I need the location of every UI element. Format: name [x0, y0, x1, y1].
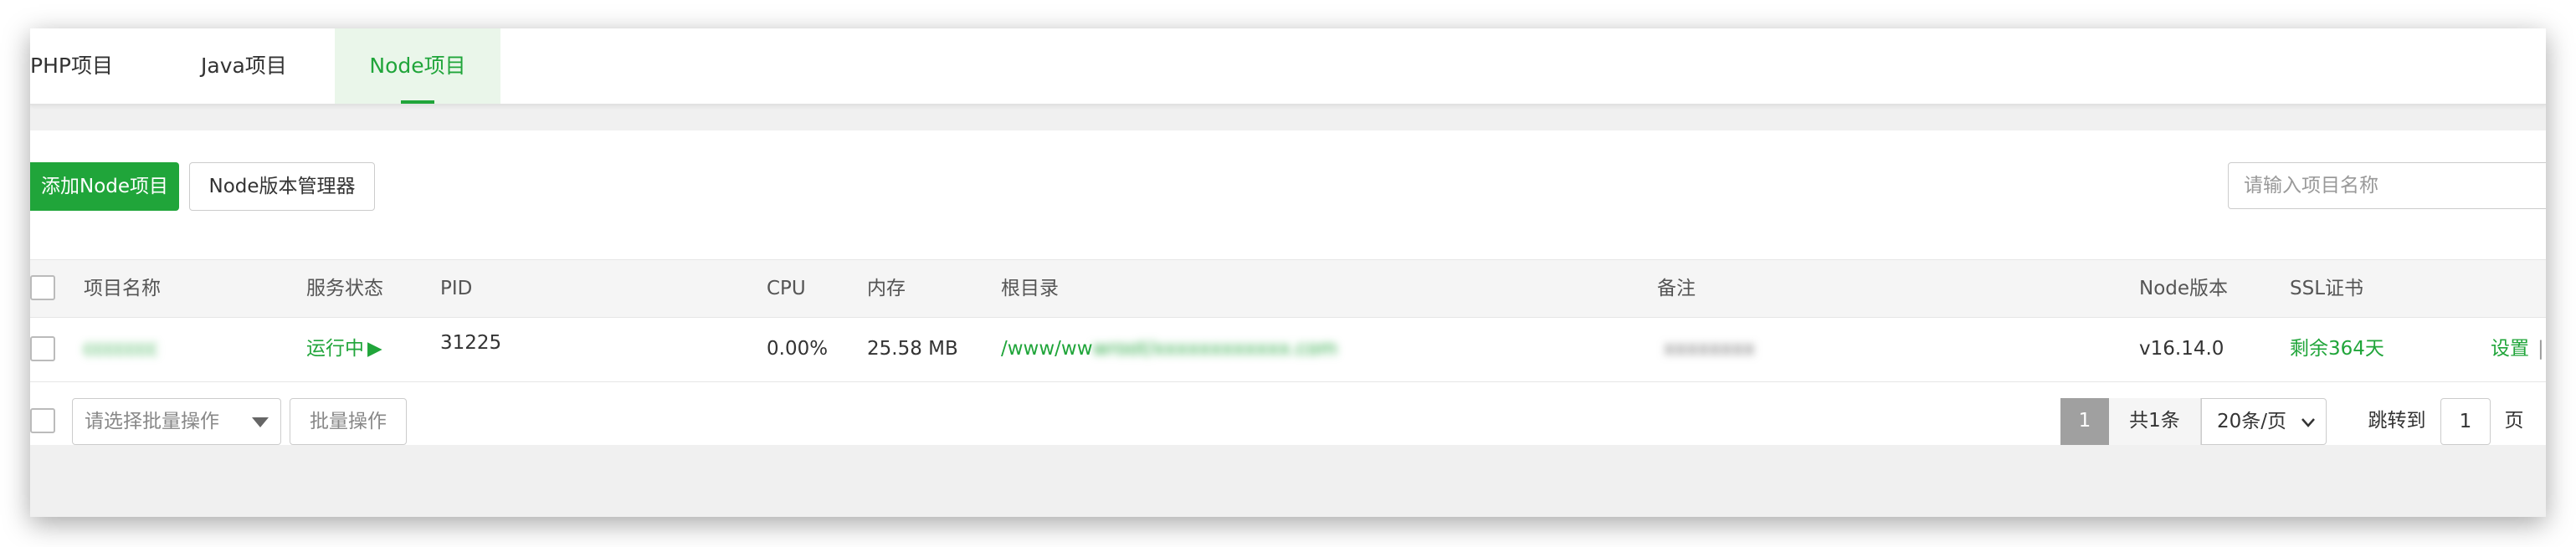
caret-down-icon	[252, 417, 269, 427]
footer-select-all-checkbox[interactable]	[30, 408, 55, 433]
cpu-value: 0.00%	[767, 338, 829, 360]
header-name: 项目名称	[84, 278, 161, 299]
header-status: 服务状态	[306, 278, 383, 299]
project-panel: 添加Node项目 Node版本管理器 请输入项目名称 项目名称 服务状态 PID…	[30, 130, 2546, 445]
batch-operation-select[interactable]: 请选择批量操作	[72, 398, 281, 445]
header-pid: PID	[440, 278, 473, 299]
row-checkbox[interactable]	[30, 336, 55, 361]
tab-php[interactable]: PHP项目	[30, 28, 147, 104]
select-all-checkbox[interactable]	[30, 275, 55, 300]
table-footer: 请选择批量操作 批量操作 1 共1条 20条/页 跳转到 1 页	[30, 381, 2546, 445]
jump-page-input[interactable]: 1	[2440, 398, 2491, 445]
root-dir-link[interactable]: /www/wwwroot/xxxxxxxxxxxx.com	[1001, 316, 1337, 381]
page-size-value: 20条/页	[2217, 411, 2287, 432]
root-dir-blurred: wroot/xxxxxxxxxxxx.com	[1092, 338, 1338, 360]
status-label: 运行中	[306, 338, 364, 360]
chevron-down-icon	[2301, 418, 2315, 427]
app-window: PHP项目 Java项目 Node项目 添加Node项目 Node版本管理器 请…	[30, 28, 2546, 517]
header-ssl: SSL证书	[2290, 278, 2364, 299]
header-root: 根目录	[1001, 278, 1059, 299]
node-version-value: v16.14.0	[2139, 338, 2224, 360]
action-divider: |	[2538, 338, 2544, 360]
batch-operation-button[interactable]: 批量操作	[290, 398, 407, 445]
page-number-current[interactable]: 1	[2060, 398, 2109, 445]
header-memory: 内存	[867, 278, 906, 299]
project-type-tabs: PHP项目 Java项目 Node项目	[30, 28, 2546, 105]
node-version-manager-button[interactable]: Node版本管理器	[189, 162, 375, 211]
tab-java[interactable]: Java项目	[201, 28, 335, 104]
root-dir-visible: /www/ww	[1001, 338, 1093, 360]
active-tab-underline	[401, 100, 434, 104]
add-node-project-button[interactable]: 添加Node项目	[30, 162, 179, 211]
memory-value: 25.58 MB	[867, 338, 958, 360]
pid-value: 31225	[440, 332, 502, 354]
table-header: 项目名称 服务状态 PID CPU 内存 根目录 备注 Node版本 SSL证书	[30, 259, 2546, 318]
tab-node[interactable]: Node项目	[335, 28, 500, 104]
settings-link[interactable]: 设置	[2491, 316, 2529, 381]
jump-label: 跳转到	[2368, 410, 2426, 432]
header-cpu: CPU	[767, 278, 806, 299]
play-icon: ▶	[367, 338, 382, 360]
project-name-link[interactable]: ccccccc	[84, 316, 158, 381]
table-row: ccccccc 运行中 ▶ 31225 0.00% 25.58 MB /www/w…	[30, 316, 2546, 382]
remark-value[interactable]: xxxxxxxx	[1664, 316, 1755, 381]
page-size-select[interactable]: 20条/页	[2201, 398, 2327, 445]
tab-node-label: Node项目	[369, 54, 466, 78]
header-remark: 备注	[1657, 278, 1696, 299]
total-count: 共1条	[2109, 398, 2201, 445]
header-node-version: Node版本	[2139, 278, 2229, 299]
ssl-status-link[interactable]: 剩余364天	[2290, 316, 2384, 381]
batch-select-placeholder: 请选择批量操作	[85, 411, 219, 432]
page-unit-label: 页	[2504, 410, 2524, 432]
status-running[interactable]: 运行中 ▶	[306, 316, 382, 381]
search-input[interactable]: 请输入项目名称	[2228, 162, 2546, 209]
